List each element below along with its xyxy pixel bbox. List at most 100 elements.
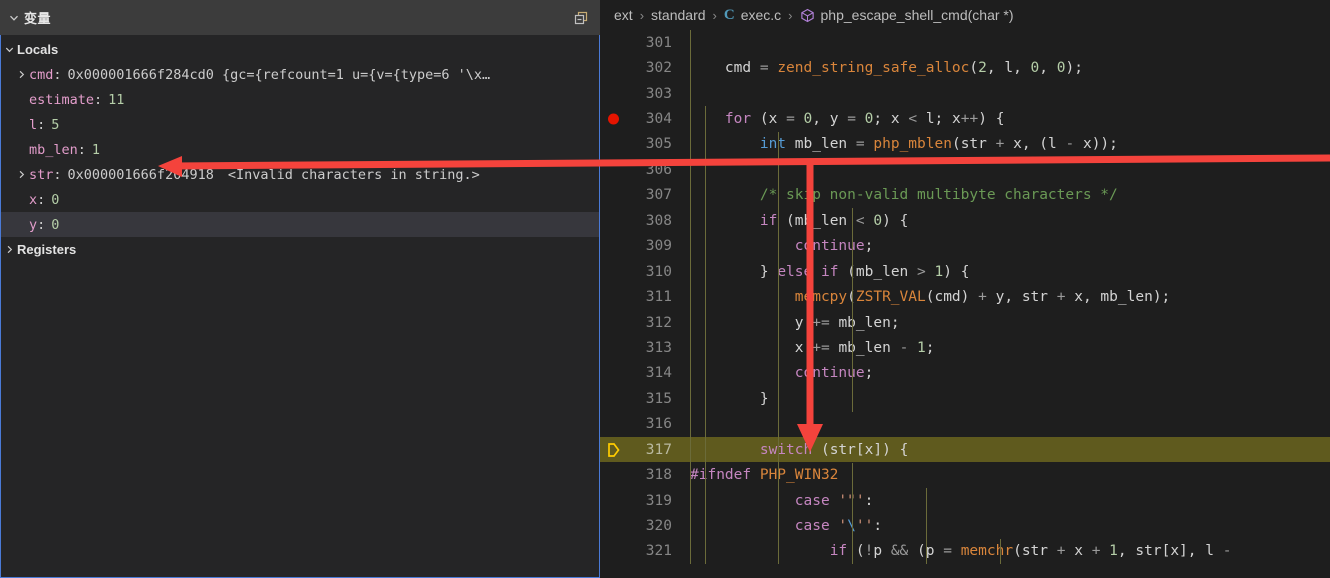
code-line-text[interactable]: for (x = 0, y = 0; x < l; x++) {: [690, 106, 1330, 131]
code-line[interactable]: 321 if (!p && (p = memchr(str + x + 1, s…: [600, 539, 1330, 564]
code-line[interactable]: 314 continue;: [600, 361, 1330, 386]
code-line-text[interactable]: if (mb_len < 0) {: [690, 208, 1330, 233]
breakpoint-icon[interactable]: [608, 113, 619, 125]
line-gutter[interactable]: 307: [600, 183, 690, 208]
code-line[interactable]: 306: [600, 157, 1330, 182]
code-lines-container[interactable]: 301 302 cmd = zend_string_safe_alloc(2, l…: [600, 30, 1330, 578]
line-gutter[interactable]: 305: [600, 132, 690, 157]
variable-row-l[interactable]: l : 5: [1, 112, 599, 137]
variable-row-mb_len[interactable]: mb_len : 1: [1, 137, 599, 162]
copy-panel-icon[interactable]: [570, 7, 592, 29]
chevron-right-icon[interactable]: [13, 169, 29, 180]
breadcrumb-item-ext[interactable]: ext: [614, 7, 633, 23]
line-gutter[interactable]: 316: [600, 412, 690, 437]
code-line-text[interactable]: }: [690, 386, 1330, 411]
code-line-text[interactable]: [690, 81, 1330, 106]
code-line-text[interactable]: int mb_len = php_mblen(str + x, (l - x))…: [690, 132, 1330, 157]
code-line-text[interactable]: [690, 30, 1330, 55]
code-line-text[interactable]: cmd = zend_string_safe_alloc(2, l, 0, 0)…: [690, 55, 1330, 80]
code-line[interactable]: 311 memcpy(ZSTR_VAL(cmd) + y, str + x, m…: [600, 284, 1330, 309]
line-gutter[interactable]: 320: [600, 513, 690, 538]
code-token: (: [838, 263, 856, 280]
variable-colon: :: [37, 116, 46, 133]
chevron-down-icon[interactable]: [1, 44, 17, 55]
code-line[interactable]: 304 for (x = 0, y = 0; x < l; x++) {: [600, 106, 1330, 131]
chevron-down-icon[interactable]: [6, 10, 22, 26]
code-line[interactable]: 320 case '\'':: [600, 513, 1330, 538]
line-gutter[interactable]: 310: [600, 259, 690, 284]
code-line-text[interactable]: continue;: [690, 361, 1330, 386]
line-gutter[interactable]: 313: [600, 335, 690, 360]
code-line-text[interactable]: [690, 412, 1330, 437]
line-gutter[interactable]: 315: [600, 386, 690, 411]
code-line-text[interactable]: continue;: [690, 234, 1330, 259]
variables-tree[interactable]: Locals cmd : 0x000001666f284cd0 {gc={ref…: [0, 35, 600, 578]
code-line-text[interactable]: case '\'':: [690, 513, 1330, 538]
scope-row-registers[interactable]: Registers: [1, 237, 599, 262]
code-line[interactable]: 308 if (mb_len < 0) {: [600, 208, 1330, 233]
breadcrumb[interactable]: ext › standard › C exec.c › php_escape_s…: [600, 0, 1330, 30]
code-line-text[interactable]: [690, 157, 1330, 182]
line-gutter[interactable]: 302: [600, 55, 690, 80]
code-line[interactable]: 319 case '"':: [600, 488, 1330, 513]
line-gutter[interactable]: 306: [600, 157, 690, 182]
code-line-text[interactable]: switch (str[x]) {: [690, 437, 1330, 462]
variable-name: l: [29, 116, 38, 133]
line-gutter[interactable]: 308: [600, 208, 690, 233]
code-line-text[interactable]: /* skip non-valid multibyte characters *…: [690, 183, 1330, 208]
breadcrumb-item-exec-c[interactable]: C exec.c: [724, 7, 781, 24]
code-line[interactable]: 302 cmd = zend_string_safe_alloc(2, l, 0…: [600, 55, 1330, 80]
code-line-text[interactable]: x += mb_len - 1;: [690, 335, 1330, 360]
chevron-right-icon[interactable]: [1, 244, 17, 255]
code-line-text[interactable]: } else if (mb_len > 1) {: [690, 259, 1330, 284]
line-gutter[interactable]: 314: [600, 361, 690, 386]
code-line[interactable]: 312 y += mb_len;: [600, 310, 1330, 335]
line-gutter[interactable]: 301: [600, 30, 690, 55]
code-line[interactable]: 318 #ifndef PHP_WIN32: [600, 462, 1330, 487]
code-line[interactable]: 310 } else if (mb_len > 1) {: [600, 259, 1330, 284]
variable-value-ellipsis: …: [482, 66, 491, 83]
variables-panel-header[interactable]: 变量: [0, 0, 600, 35]
code-token: +: [1056, 543, 1066, 560]
line-gutter[interactable]: 312: [600, 310, 690, 335]
variable-row-cmd[interactable]: cmd : 0x000001666f284cd0 {gc={refcount=1…: [1, 62, 599, 87]
variable-row-y[interactable]: y : 0: [1, 212, 599, 237]
code-line[interactable]: 307 /* skip non-valid multibyte characte…: [600, 183, 1330, 208]
breadcrumb-item-symbol[interactable]: php_escape_shell_cmd(char *): [800, 7, 1014, 23]
variable-row-str[interactable]: str : 0x000001666f204918 <Invalid charac…: [1, 162, 599, 187]
line-gutter[interactable]: 319: [600, 488, 690, 513]
variable-row-x[interactable]: x : 0: [1, 187, 599, 212]
code-line[interactable]: 313 x += mb_len - 1;: [600, 335, 1330, 360]
line-gutter[interactable]: 303: [600, 81, 690, 106]
variable-row-estimate[interactable]: estimate : 11: [1, 87, 599, 112]
chevron-right-icon[interactable]: [13, 69, 29, 80]
line-gutter[interactable]: 304: [600, 106, 690, 131]
code-line[interactable]: 309 continue;: [600, 234, 1330, 259]
line-gutter[interactable]: 317: [600, 437, 690, 462]
code-line[interactable]: 301: [600, 30, 1330, 55]
line-gutter[interactable]: 321: [600, 539, 690, 564]
code-line-text[interactable]: if (!p && (p = memchr(str + x + 1, str[x…: [690, 539, 1330, 564]
code-token: -: [899, 339, 909, 356]
code-token: 0: [1030, 60, 1040, 77]
code-line[interactable]: 317 switch (str[x]) {: [600, 437, 1330, 463]
code-line[interactable]: 316: [600, 412, 1330, 437]
code-line-text[interactable]: memcpy(ZSTR_VAL(cmd) + y, str + x, mb_le…: [690, 284, 1330, 309]
code-line[interactable]: 315 }: [600, 386, 1330, 411]
line-gutter[interactable]: 318: [600, 462, 690, 487]
code-line[interactable]: 303: [600, 81, 1330, 106]
code-line-text[interactable]: #ifndef PHP_WIN32: [690, 462, 1330, 487]
code-line-text[interactable]: y += mb_len;: [690, 310, 1330, 335]
code-line-text[interactable]: case '"':: [690, 488, 1330, 513]
line-gutter[interactable]: 309: [600, 234, 690, 259]
scope-row-locals[interactable]: Locals: [1, 37, 599, 62]
breadcrumb-item-standard[interactable]: standard: [651, 7, 705, 23]
line-gutter[interactable]: 311: [600, 284, 690, 309]
code-line[interactable]: 305 int mb_len = php_mblen(str + x, (l -…: [600, 132, 1330, 157]
